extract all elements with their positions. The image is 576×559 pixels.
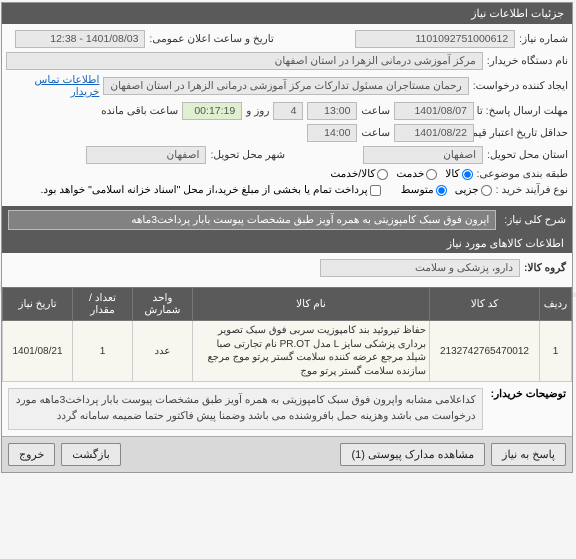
table-row[interactable]: 1 2132742765470012 حفاظ تیروئید بند کامپ… — [4, 321, 573, 382]
category-group: کالا خدمت کالا/خدمت — [331, 168, 473, 180]
need-number-label: شماره نیاز: — [520, 33, 569, 45]
cat-service-label: خدمت — [397, 168, 425, 180]
exit-button[interactable]: خروج — [9, 443, 56, 466]
goods-section-header: اطلاعات کالاهای مورد نیاز — [3, 234, 573, 253]
pt-medium[interactable]: متوسط — [402, 184, 448, 196]
notes-text: کداعلامی مشابه واپرون فوق سبک کامپوزیتی … — [9, 388, 484, 430]
need-number-field: 1101092751000612 — [356, 30, 516, 48]
days-label: روز و — [247, 105, 270, 117]
details-panel: جزئیات اطلاعات نیاز شماره نیاز: 11010927… — [2, 2, 574, 473]
notes-row: توضیحات خریدار: کداعلامی مشابه واپرون فو… — [3, 382, 573, 436]
city-field: اصفهان — [87, 146, 207, 164]
panel-title: جزئیات اطلاعات نیاز — [3, 3, 573, 24]
cat-goods-service[interactable]: کالا/خدمت — [331, 168, 389, 180]
buyer-org-field: مرکز آموزشی درمانی الزهرا در استان اصفها… — [7, 52, 484, 70]
city-label: شهر محل تحویل: — [211, 149, 286, 161]
payment-note-item[interactable]: پرداخت تمام یا بخشی از مبلغ خرید،از محل … — [42, 184, 382, 196]
contact-link[interactable]: اطلاعات تماس خریدار — [7, 74, 100, 98]
reply-button[interactable]: پاسخ به نیاز — [492, 443, 567, 466]
goods-table: ردیف کد کالا نام کالا واحد شمارش تعداد /… — [3, 287, 573, 382]
th-row: ردیف — [541, 288, 573, 321]
need-desc-row: شرح کلی نیاز: اپرون فوق سبک کامپوزیتی به… — [3, 206, 573, 234]
cat-goods-radio[interactable] — [463, 169, 474, 180]
th-qty: تعداد / مقدار — [74, 288, 134, 321]
td-qty: 1 — [74, 321, 134, 382]
th-name: نام کالا — [194, 288, 431, 321]
need-desc-field: اپرون فوق سبک کامپوزیتی به همره آویز طبق… — [9, 210, 497, 230]
requester-label: ایجاد کننده درخواست: — [474, 80, 569, 92]
cat-gs-label: کالا/خدمت — [331, 168, 376, 180]
td-row: 1 — [541, 321, 573, 382]
td-unit: عدد — [134, 321, 194, 382]
price-valid-date: 1401/08/22 — [395, 124, 475, 142]
buyer-org-label: نام دستگاه خریدار: — [488, 55, 569, 67]
payment-check[interactable] — [371, 185, 382, 196]
purchase-type-group: جزیی متوسط — [402, 184, 493, 196]
reply-deadline-label: مهلت ارسال پاسخ: تا تاریخ: — [479, 105, 569, 117]
announce-label: تاریخ و ساعت اعلان عمومی: — [150, 33, 274, 45]
th-code: کد کالا — [431, 288, 541, 321]
pt-small-radio[interactable] — [482, 185, 493, 196]
notes-label: توضیحات خریدار: — [492, 388, 567, 430]
pt-medium-label: متوسط — [402, 184, 435, 196]
td-name: حفاظ تیروئید بند کامپوزیت سربی فوق سبک ت… — [194, 321, 431, 382]
price-valid-time: 14:00 — [308, 124, 358, 142]
need-desc-label: شرح کلی نیاز: — [505, 214, 567, 226]
payment-note: پرداخت تمام یا بخشی از مبلغ خرید،از محل … — [42, 184, 369, 196]
back-button[interactable]: بازگشت — [62, 443, 122, 466]
form-body: شماره نیاز: 1101092751000612 تاریخ و ساع… — [3, 24, 573, 206]
pt-small-label: جزیی — [456, 184, 480, 196]
price-valid-label: حداقل تاریخ اعتبار قیمت: تا تاریخ: — [479, 127, 569, 139]
announce-field: 1401/08/03 - 12:38 — [16, 30, 146, 48]
footer-bar: پاسخ به نیاز مشاهده مدارک پیوستی (1) باز… — [3, 436, 573, 472]
pt-small[interactable]: جزیی — [456, 184, 493, 196]
th-date: تاریخ نیاز — [4, 288, 74, 321]
province-label: استان محل تحویل: — [488, 149, 569, 161]
th-unit: واحد شمارش — [134, 288, 194, 321]
pt-medium-radio[interactable] — [437, 185, 448, 196]
cat-gs-radio[interactable] — [378, 169, 389, 180]
purchase-type-label: نوع فرآیند خرید : — [497, 184, 569, 196]
attachments-button[interactable]: مشاهده مدارک پیوستی (1) — [341, 443, 486, 466]
td-code: 2132742765470012 — [431, 321, 541, 382]
cat-service-radio[interactable] — [427, 169, 438, 180]
days-value: 4 — [274, 102, 304, 120]
goods-group-field: دارو، پزشکی و سلامت — [321, 259, 521, 277]
reply-deadline-time: 13:00 — [308, 102, 358, 120]
time-label-1: ساعت — [362, 105, 391, 117]
cat-goods[interactable]: کالا — [446, 168, 473, 180]
reply-deadline-date: 1401/08/07 — [395, 102, 475, 120]
requester-field: رحمان مستاجران مسئول تدارکات مرکز آموزشی… — [104, 77, 469, 95]
time-label-2: ساعت — [362, 127, 391, 139]
cat-service[interactable]: خدمت — [397, 168, 438, 180]
remaining-time: 00:17:19 — [183, 102, 243, 120]
table-header-row: ردیف کد کالا نام کالا واحد شمارش تعداد /… — [4, 288, 573, 321]
category-label: طبقه بندی موضوعی: — [478, 168, 569, 180]
goods-group-label: گروه کالا: — [525, 262, 567, 274]
cat-goods-label: کالا — [446, 168, 460, 180]
province-field: اصفهان — [364, 146, 484, 164]
remaining-label: ساعت باقی مانده — [102, 105, 179, 117]
td-date: 1401/08/21 — [4, 321, 74, 382]
